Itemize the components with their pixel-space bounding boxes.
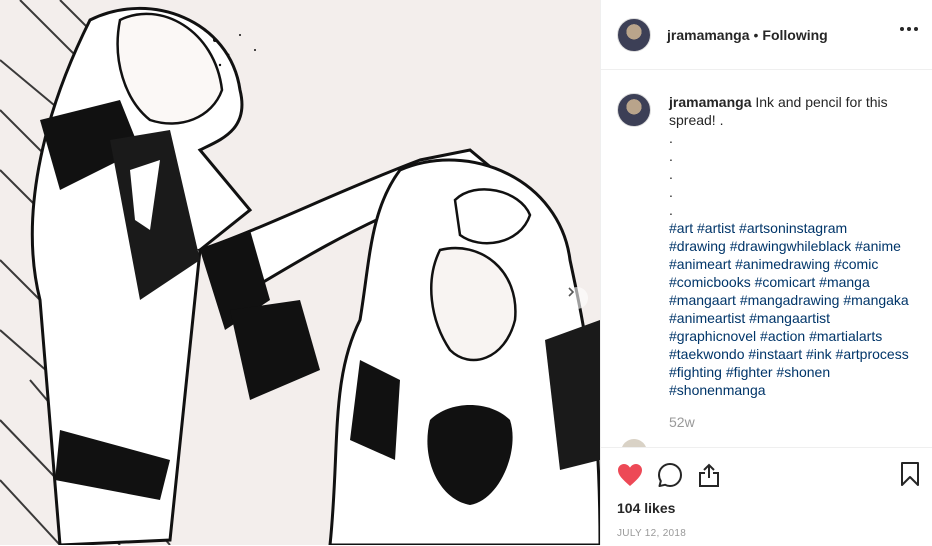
post-date[interactable]: July 12, 2018 [601,516,932,539]
caption-dot: . [669,184,673,200]
post-image[interactable] [0,0,601,545]
caption-comment: jramamanga Ink and pencil for this sprea… [601,71,932,431]
heart-icon[interactable] [617,463,643,487]
avatar[interactable] [617,17,651,52]
separator-dot: • [753,26,759,43]
bookmark-icon[interactable] [900,461,920,492]
manga-artwork [0,0,600,545]
caption-dot: . [669,166,673,182]
like-count[interactable]: 104 likes [601,490,932,516]
chevron-right-icon [568,287,575,297]
hashtag-line[interactable]: #shonenmanga [669,381,916,399]
comment-age[interactable]: 52w [669,413,916,431]
hashtag-line[interactable]: #graphicnovel #action #martialarts [669,327,916,345]
hashtag-line[interactable]: #animeart #animedrawing #comic [669,255,916,273]
hashtag-line[interactable]: #art #artist #artsoninstagram [669,219,916,237]
instagram-post: jramamanga • Following jramamanga Ink an… [0,0,932,545]
hashtag-line[interactable]: #comicbooks #comicart #manga [669,273,916,291]
avatar[interactable] [617,93,651,127]
caption-dot: . [669,148,673,164]
post-header: jramamanga • Following [601,0,932,70]
post-sidebar: jramamanga • Following jramamanga Ink an… [601,0,932,545]
hashtag-line[interactable]: #mangaart #mangadrawing #mangaka [669,291,916,309]
hashtag-line[interactable]: #drawing #drawingwhileblack #anime [669,237,916,255]
hashtag-line[interactable]: #animeartist #mangaartist [669,309,916,327]
caption-dot: . [669,202,673,218]
comment-icon[interactable] [657,462,683,488]
share-icon[interactable] [697,462,721,488]
more-options-icon[interactable] [900,27,918,31]
hashtag-line[interactable]: #taekwondo #instaart #ink #artprocess [669,345,916,363]
caption-dot: . [669,130,673,146]
caption-text: jramamanga Ink and pencil for this sprea… [669,93,916,431]
next-comment-avatar [621,439,647,447]
next-image-button[interactable] [566,287,588,309]
comments-list[interactable]: jramamanga Ink and pencil for this sprea… [601,71,932,447]
post-actions: 104 likes July 12, 2018 [601,447,932,546]
hashtag-line[interactable]: #fighting #fighter #shonen [669,363,916,381]
action-icons [601,448,932,490]
username-link[interactable]: jramamanga [667,27,749,43]
caption-username[interactable]: jramamanga [669,94,751,110]
following-button[interactable]: Following [762,27,827,43]
